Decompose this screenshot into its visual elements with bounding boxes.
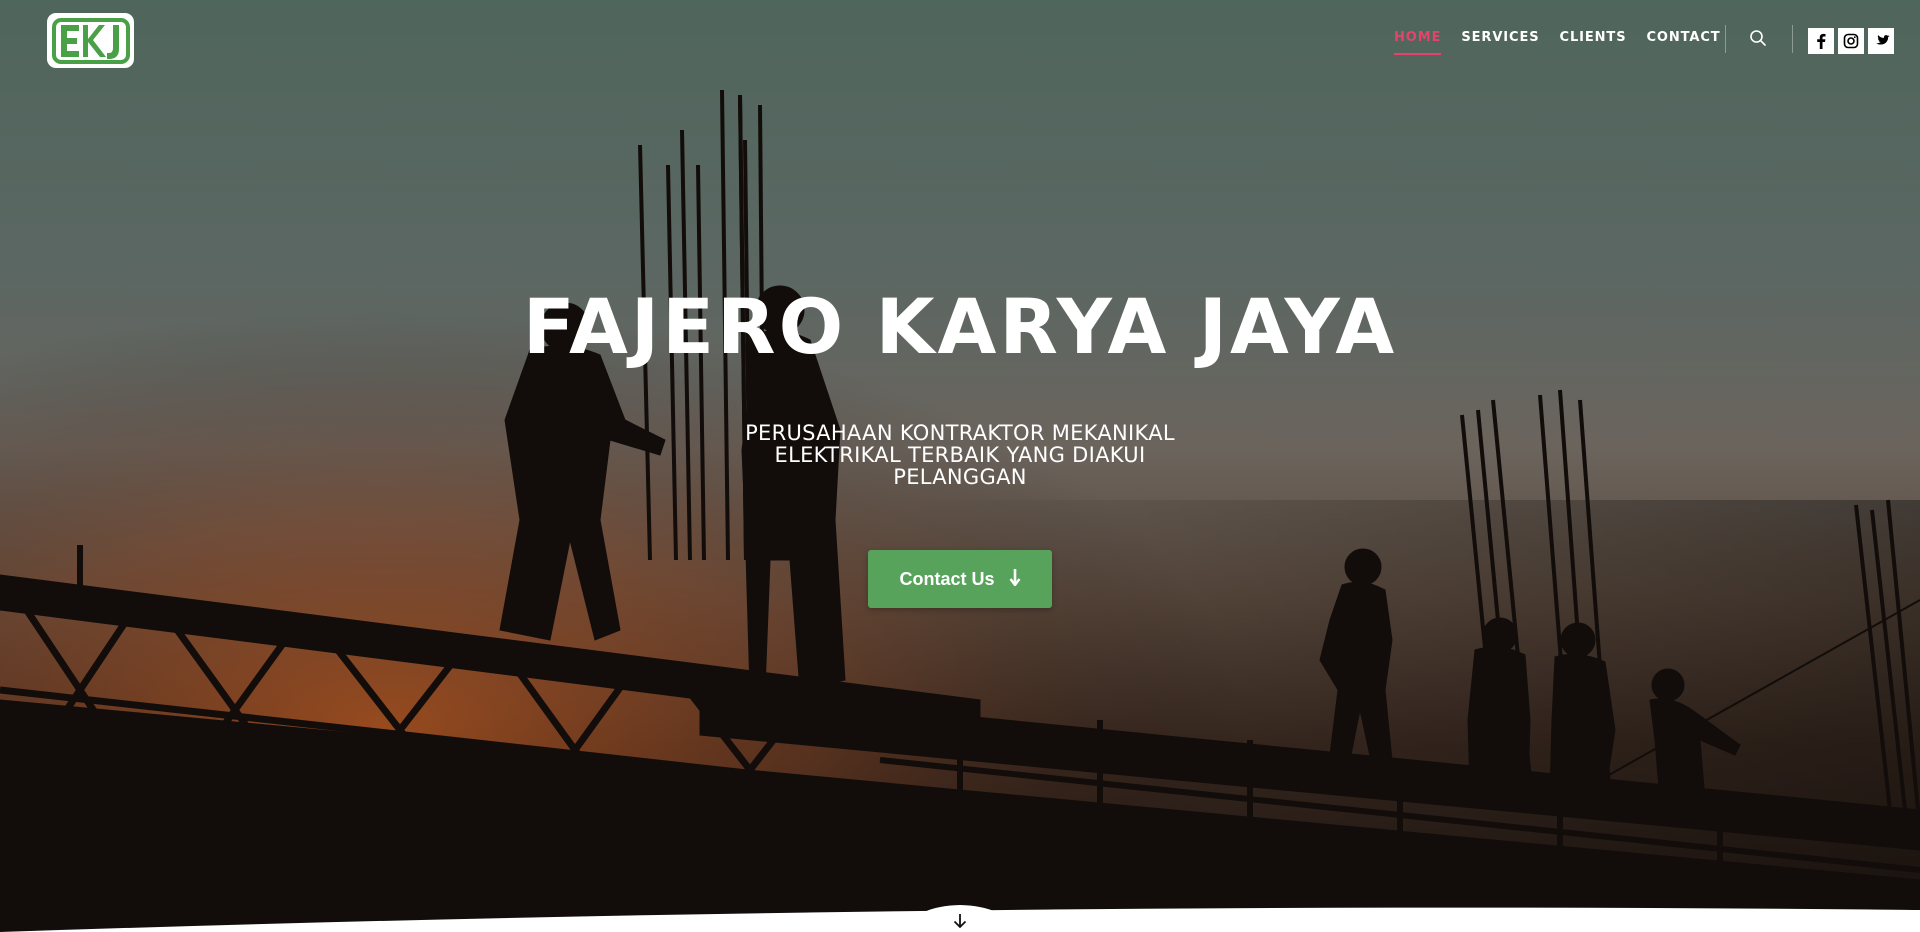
arrow-down-icon — [1009, 568, 1021, 590]
contact-us-label: Contact Us — [899, 568, 995, 589]
brand-logo[interactable] — [47, 13, 134, 68]
hero-subtitle-line: ELEKTRIKAL TERBAIK YANG DIAKUI — [774, 443, 1146, 467]
nav-item-home[interactable]: HOME — [1394, 30, 1442, 55]
main-navigation: HOME SERVICES CLIENTS CONTACT — [1394, 30, 1721, 55]
logo-mark — [51, 17, 130, 64]
scroll-down-arrow-icon[interactable] — [952, 913, 968, 929]
contact-us-button[interactable]: Contact Us — [868, 550, 1052, 608]
nav-divider — [1725, 25, 1726, 53]
twitter-icon[interactable] — [1868, 28, 1894, 54]
hero-subtitle-line: PERUSAHAAN KONTRAKTOR MEKANIKAL — [745, 421, 1175, 445]
instagram-icon[interactable] — [1838, 28, 1864, 54]
hero-section: HOME SERVICES CLIENTS CONTACT FAJERO KAR… — [0, 0, 1920, 932]
nav-divider — [1792, 25, 1793, 53]
hero-subtitle-line: PELANGGAN — [893, 465, 1027, 489]
nav-item-contact[interactable]: CONTACT — [1646, 30, 1720, 55]
hero-subtitle: PERUSAHAAN KONTRAKTOR MEKANIKAL ELEKTRIK… — [700, 422, 1220, 488]
facebook-icon[interactable] — [1808, 28, 1834, 54]
search-icon[interactable] — [1749, 29, 1767, 47]
nav-item-clients[interactable]: CLIENTS — [1560, 30, 1627, 55]
nav-item-services[interactable]: SERVICES — [1461, 30, 1539, 55]
hero-title: FAJERO KARYA JAYA — [522, 282, 1398, 371]
